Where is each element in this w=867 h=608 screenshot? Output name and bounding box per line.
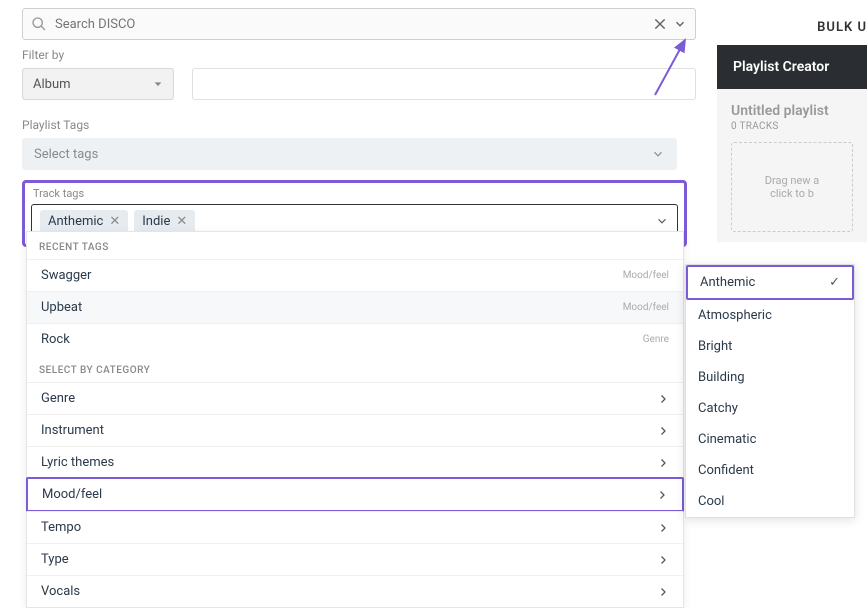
option-label: Confident	[698, 463, 754, 478]
track-tags-label: Track tags	[31, 187, 678, 200]
category-name: Tempo	[41, 520, 81, 535]
chevron-down-icon[interactable]	[655, 214, 669, 228]
category-row-instrument[interactable]: Instrument	[27, 414, 683, 446]
drop-text-2: click to b	[770, 187, 814, 200]
recent-tag-row[interactable]: Swagger Mood/feel	[27, 259, 683, 291]
option-label: Bright	[698, 339, 732, 354]
tag-name: Upbeat	[41, 300, 82, 315]
search-icon	[31, 16, 47, 32]
option-label: Catchy	[698, 401, 738, 416]
tag-name: Rock	[41, 332, 70, 347]
filter-type-select[interactable]: Album	[22, 68, 174, 100]
category-name: Genre	[41, 391, 75, 406]
option-label: Cool	[698, 494, 724, 509]
category-row-type[interactable]: Type	[27, 543, 683, 575]
mood-option-cinematic[interactable]: Cinematic	[686, 424, 854, 455]
chevron-down-icon	[651, 147, 665, 161]
mood-option-confident[interactable]: Confident	[686, 455, 854, 486]
mood-feel-submenu: Anthemic ✓ Atmospheric Bright Building C…	[685, 264, 855, 518]
chevron-right-icon	[657, 425, 669, 437]
chevron-right-icon	[657, 586, 669, 598]
playlist-tags-placeholder: Select tags	[34, 147, 98, 162]
option-label: Atmospheric	[698, 308, 772, 323]
filter-by-label: Filter by	[22, 48, 696, 62]
mood-option-catchy[interactable]: Catchy	[686, 393, 854, 424]
option-label: Cinematic	[698, 432, 756, 447]
tag-chip-anthemic[interactable]: Anthemic ✕	[40, 210, 128, 233]
category-name: Mood/feel	[42, 487, 102, 502]
tag-category: Mood/feel	[623, 302, 669, 313]
chevron-right-icon	[657, 554, 669, 566]
tag-category: Mood/feel	[623, 270, 669, 281]
chevron-right-icon	[657, 457, 669, 469]
drop-text-1: Drag new a	[765, 174, 820, 187]
playlist-creator-header: Playlist Creator	[717, 45, 867, 89]
category-name: Type	[41, 552, 69, 567]
category-row-tempo[interactable]: Tempo	[27, 511, 683, 543]
caret-down-icon	[153, 79, 163, 89]
recent-tag-row[interactable]: Rock Genre	[27, 323, 683, 355]
bulk-upload-link[interactable]: BULK U	[817, 20, 867, 35]
playlist-creator-panel: Playlist Creator Untitled playlist 0 TRA…	[717, 45, 867, 242]
playlist-tags-label: Playlist Tags	[22, 118, 696, 132]
category-row-lyric-themes[interactable]: Lyric themes	[27, 446, 683, 478]
mood-option-cool[interactable]: Cool	[686, 486, 854, 517]
option-label: Building	[698, 370, 745, 385]
clear-icon[interactable]	[653, 17, 667, 31]
category-name: Instrument	[41, 423, 104, 438]
option-label: Anthemic	[700, 275, 755, 290]
recent-tags-header: RECENT TAGS	[27, 232, 683, 259]
mood-option-building[interactable]: Building	[686, 362, 854, 393]
playlist-tags-select[interactable]: Select tags	[22, 138, 677, 170]
recent-tag-row[interactable]: Upbeat Mood/feel	[27, 291, 683, 323]
filter-value-input[interactable]	[192, 68, 696, 100]
mood-option-anthemic[interactable]: Anthemic ✓	[686, 265, 854, 300]
tag-chip-label: Anthemic	[48, 214, 103, 229]
search-bar[interactable]	[22, 8, 696, 40]
category-row-vocals[interactable]: Vocals	[27, 575, 683, 607]
playlist-track-count: 0 TRACKS	[731, 121, 853, 132]
remove-tag-icon[interactable]: ✕	[176, 214, 187, 229]
tag-chip-label: Indie	[142, 214, 170, 229]
chevron-right-icon	[656, 489, 668, 501]
tag-category: Genre	[643, 334, 669, 345]
filter-panel: Filter by Album Playlist Tags Select tag…	[22, 48, 696, 247]
check-icon: ✓	[829, 275, 840, 290]
chevron-right-icon	[657, 522, 669, 534]
filter-select-value: Album	[33, 77, 71, 92]
tag-chip-indie[interactable]: Indie ✕	[134, 210, 195, 233]
chevron-right-icon	[657, 393, 669, 405]
category-row-genre[interactable]: Genre	[27, 382, 683, 414]
chevron-down-icon[interactable]	[673, 17, 687, 31]
remove-tag-icon[interactable]: ✕	[109, 214, 120, 229]
playlist-drop-zone[interactable]: Drag new a click to b	[731, 142, 853, 232]
category-name: Vocals	[41, 584, 80, 599]
playlist-title[interactable]: Untitled playlist	[731, 103, 853, 119]
category-name: Lyric themes	[41, 455, 114, 470]
search-input[interactable]	[55, 17, 653, 32]
tag-name: Swagger	[41, 268, 91, 283]
mood-option-bright[interactable]: Bright	[686, 331, 854, 362]
tag-dropdown-panel: RECENT TAGS Swagger Mood/feel Upbeat Moo…	[26, 231, 684, 608]
category-header: SELECT BY CATEGORY	[27, 355, 683, 382]
category-row-mood-feel[interactable]: Mood/feel	[26, 477, 684, 512]
mood-option-atmospheric[interactable]: Atmospheric	[686, 300, 854, 331]
